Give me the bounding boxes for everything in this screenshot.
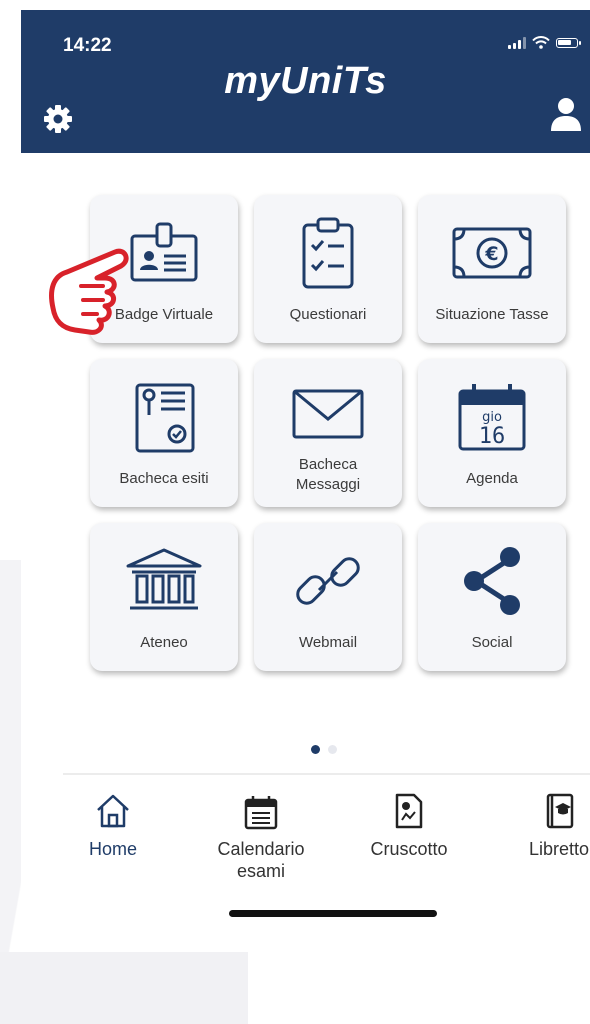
tab-libretto[interactable]: Libretto [499, 780, 590, 860]
envelope-icon [292, 389, 364, 439]
clipboard-checklist-icon [302, 217, 354, 289]
tile-label-line: Messaggi [295, 476, 361, 493]
tab-label: Calendario esami [201, 838, 321, 882]
cellular-signal-icon [508, 36, 526, 49]
page-dot[interactable] [328, 745, 337, 754]
svg-text:€: € [484, 243, 498, 265]
calendar-icon: gio 16 [458, 384, 526, 451]
euro-banknote-icon: € [452, 227, 532, 279]
document-chart-icon [395, 793, 423, 829]
tile-label: Social [471, 634, 513, 651]
page-dot-active[interactable] [311, 745, 320, 754]
tile-label: Questionari [289, 306, 367, 323]
calendar-date-text: 16 [479, 424, 506, 449]
app-header: 14:22 myUniTs [21, 10, 590, 153]
tile-label: Webmail [298, 634, 358, 651]
link-icon [296, 557, 360, 605]
pointing-hand-icon [49, 248, 129, 335]
tile-label: Bacheca esiti [119, 470, 209, 487]
background-shape-bottom [0, 952, 248, 1024]
tile-label: Bacheca Messaggi [258, 455, 398, 495]
tab-label: Home [88, 839, 137, 859]
home-icon [97, 794, 129, 828]
tile-bacheca-messaggi[interactable]: Bacheca Messaggi [254, 359, 402, 507]
tile-agenda[interactable]: gio 16 Agenda [418, 359, 566, 507]
tile-situazione-tasse[interactable]: € Situazione Tasse [418, 195, 566, 343]
tile-label: Ateneo [140, 634, 188, 651]
status-time: 14:22 [63, 35, 112, 56]
tile-label-line: Bacheca [298, 456, 358, 473]
share-icon [464, 547, 520, 615]
tab-label: Cruscotto [370, 839, 448, 859]
calendar-day-text: gio [482, 410, 502, 425]
tile-webmail[interactable]: Webmail [254, 523, 402, 671]
tab-calendario-esami[interactable]: Calendario esami [201, 780, 321, 882]
tabbar-divider [63, 773, 590, 775]
tile-ateneo[interactable]: Ateneo [90, 523, 238, 671]
tile-label: Situazione Tasse [435, 306, 549, 323]
bottom-tab-bar: Home Calendario esami Cruscotto Libretto [63, 780, 590, 890]
tile-label: Agenda [466, 470, 518, 487]
page-indicator [311, 745, 337, 754]
home-indicator[interactable] [229, 910, 437, 917]
tab-label-line: esami [236, 861, 285, 881]
calendar-list-icon [244, 796, 278, 830]
services-grid: Badge Virtuale Questionari € Situazione … [90, 195, 566, 671]
app-title: myUniTs [224, 60, 387, 102]
tab-home[interactable]: Home [53, 780, 173, 860]
tab-label-line: Calendario [217, 839, 305, 859]
tile-questionari[interactable]: Questionari [254, 195, 402, 343]
user-profile-icon[interactable] [548, 96, 584, 132]
certificate-icon [135, 383, 195, 453]
university-building-icon [126, 548, 202, 610]
phone-screen: 14:22 myUniTs Badge Virtuale Questionari… [21, 10, 590, 952]
gear-icon[interactable] [41, 102, 75, 136]
tile-bacheca-esiti[interactable]: Bacheca esiti [90, 359, 238, 507]
battery-icon [556, 37, 581, 48]
tile-social[interactable]: Social [418, 523, 566, 671]
tab-label: Libretto [528, 839, 590, 859]
wifi-icon [532, 36, 550, 49]
tab-cruscotto[interactable]: Cruscotto [349, 780, 469, 860]
grad-book-icon [546, 793, 574, 829]
status-icons [508, 36, 581, 49]
